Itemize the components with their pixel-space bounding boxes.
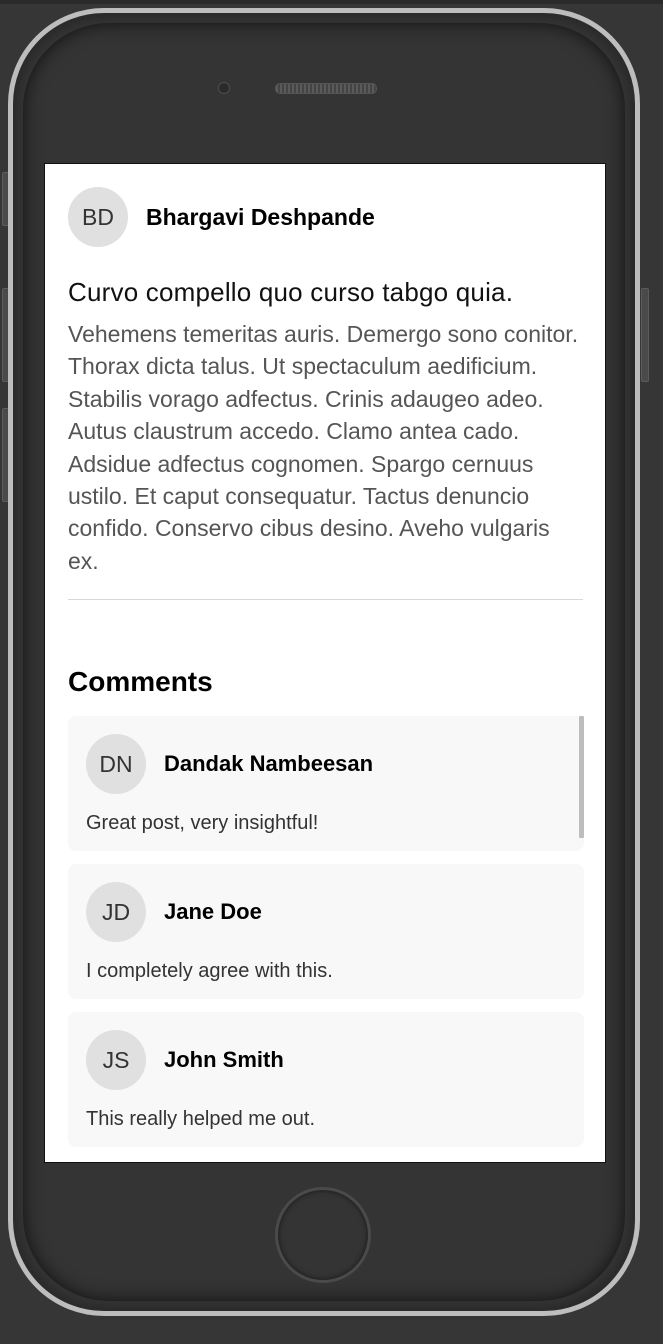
speaker-grille-icon — [275, 83, 377, 94]
home-button[interactable] — [275, 1187, 371, 1283]
comment-card: JD Jane Doe I completely agree with this… — [68, 864, 584, 1000]
post-author: BD Bhargavi Deshpande — [68, 187, 584, 247]
comments-scrollbar[interactable] — [579, 716, 584, 839]
author-name[interactable]: Bhargavi Deshpande — [146, 204, 375, 231]
comments-heading: Comments — [68, 666, 213, 698]
comment-avatar[interactable]: JS — [86, 1030, 146, 1091]
comment-author: DN Dandak Nambeesan — [86, 734, 566, 795]
power-button — [641, 288, 649, 382]
author-avatar[interactable]: BD — [68, 187, 128, 247]
comments-list[interactable]: DN Dandak Nambeesan Great post, very ins… — [68, 716, 584, 1148]
comment-author-name[interactable]: Dandak Nambeesan — [164, 751, 373, 777]
comment-card: DN Dandak Nambeesan Great post, very ins… — [68, 716, 584, 852]
window-top-strip — [0, 0, 663, 4]
phone-screen: BD Bhargavi Deshpande Curvo compello quo… — [44, 163, 606, 1163]
front-camera-icon — [218, 82, 230, 94]
comment-card: JS John Smith This really helped me out. — [68, 1012, 584, 1148]
comment-text: I completely agree with this. — [86, 960, 333, 983]
comment-text: This really helped me out. — [86, 1108, 316, 1131]
post-divider — [68, 599, 583, 601]
post-view: BD Bhargavi Deshpande Curvo compello quo… — [68, 164, 584, 1160]
comment-author: JS John Smith — [86, 1030, 566, 1091]
comment-author: JD Jane Doe — [86, 882, 566, 943]
post-title: Curvo compello quo curso tabgo quia. — [68, 277, 514, 307]
comment-avatar[interactable]: JD — [86, 882, 146, 943]
comment-author-name[interactable]: John Smith — [164, 1047, 284, 1073]
device-stage: BD Bhargavi Deshpande Curvo compello quo… — [0, 0, 663, 1344]
comment-avatar[interactable]: DN — [86, 734, 146, 795]
post-body: Vehemens temeritas auris. Demergo sono c… — [68, 321, 579, 574]
comment-author-name[interactable]: Jane Doe — [164, 899, 262, 925]
comment-text: Great post, very insightful! — [86, 812, 319, 835]
